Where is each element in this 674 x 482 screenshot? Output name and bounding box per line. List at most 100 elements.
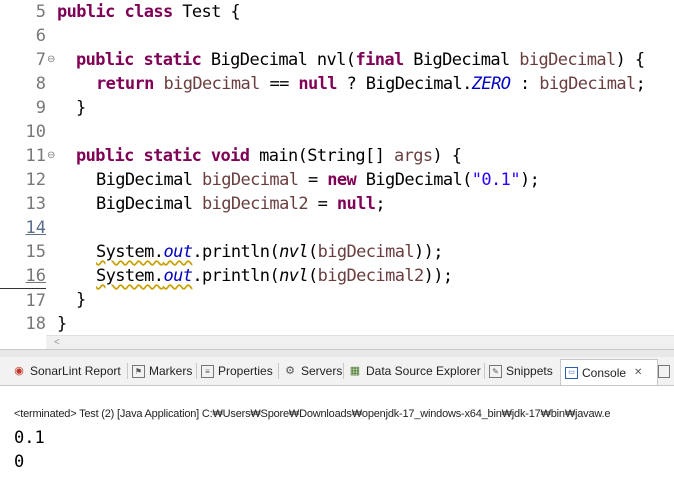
line-number: 10 bbox=[25, 122, 46, 142]
code-line-5: public class Test { bbox=[57, 0, 241, 24]
snippets-icon: ✎ bbox=[489, 364, 502, 378]
tab-data-source-explorer[interactable]: ▦ Data Source Explorer bbox=[344, 359, 485, 383]
code-text: = bbox=[298, 170, 328, 190]
line-number: 6 bbox=[35, 26, 46, 46]
code-text: Test { bbox=[172, 2, 241, 22]
horizontal-scrollbar[interactable]: < bbox=[46, 335, 674, 350]
code-line-11: public static void main(String[] args) { bbox=[76, 144, 463, 168]
tab-label: Console bbox=[582, 365, 627, 380]
code-line-13: BigDecimal bigDecimal2 = null; bbox=[96, 192, 386, 216]
code-editor[interactable]: 5 6 7 8 9 10 11 12 13 14 15 16 17 18 ⊖ ⊖… bbox=[0, 0, 674, 338]
keyword: public static bbox=[76, 50, 202, 70]
keyword: final bbox=[355, 50, 404, 70]
view-menu-icon bbox=[658, 364, 670, 378]
code-line-16: System.out.println(nvl(bigDecimal2)); bbox=[96, 264, 453, 288]
code-text: ( bbox=[307, 242, 318, 262]
line-number: 8 bbox=[35, 74, 46, 94]
code-text: System. bbox=[96, 242, 164, 262]
variable-name: bigDecimal bbox=[539, 74, 636, 94]
parameter-name: bigDecimal bbox=[519, 50, 616, 70]
view-tab-bar: ◉ SonarLint Report ⚑ Markers ≡ Properties ⚙… bbox=[0, 357, 674, 386]
code-text: ; bbox=[635, 74, 646, 94]
tab-label: Servers bbox=[301, 364, 343, 378]
code-text: )); bbox=[423, 266, 454, 286]
console-output[interactable]: <terminated> Test (2) [Java Application]… bbox=[0, 386, 674, 482]
keyword: return bbox=[96, 74, 154, 94]
code-text: ) { bbox=[615, 50, 646, 70]
console-output-line: 0.1 bbox=[14, 428, 45, 448]
code-text: BigDecimal bbox=[403, 50, 520, 70]
keyword: null bbox=[298, 74, 337, 94]
static-field: out bbox=[163, 242, 193, 262]
keyword: null bbox=[336, 194, 376, 214]
tab-label: SonarLint Report bbox=[30, 364, 121, 378]
code-line-7: public static BigDecimal nvl(final BigDe… bbox=[76, 48, 645, 72]
line-number: 12 bbox=[25, 170, 46, 190]
method-name: nvl bbox=[279, 266, 309, 286]
variable-name: bigDecimal2 bbox=[201, 194, 309, 214]
markers-icon: ⚑ bbox=[132, 364, 145, 378]
line-number: 15 bbox=[25, 242, 46, 262]
data-source-icon: ▦ bbox=[349, 365, 361, 377]
code-line-17: } bbox=[76, 290, 86, 310]
code-text: )); bbox=[413, 242, 444, 262]
code-text: BigDecimal( bbox=[356, 170, 473, 190]
tab-sonarlint-report[interactable]: ◉ SonarLint Report bbox=[8, 359, 125, 383]
tab-markers[interactable]: ⚑ Markers bbox=[128, 359, 196, 383]
code-text: BigDecimal nvl( bbox=[201, 50, 356, 70]
code-text: == bbox=[259, 74, 299, 94]
tab-servers[interactable]: ⚙ Servers bbox=[279, 359, 346, 383]
tab-snippets[interactable]: ✎ Snippets bbox=[485, 359, 557, 383]
tab-label: Snippets bbox=[506, 364, 553, 378]
code-text: BigDecimal bbox=[96, 170, 202, 190]
properties-icon: ≡ bbox=[201, 364, 214, 378]
code-text: ( bbox=[307, 266, 318, 286]
code-text: .println( bbox=[192, 242, 280, 262]
scroll-left-icon[interactable]: < bbox=[54, 336, 60, 350]
tab-overflow[interactable] bbox=[658, 359, 674, 383]
variable-name: bigDecimal bbox=[163, 74, 260, 94]
close-icon[interactable]: ✕ bbox=[634, 367, 642, 378]
code-text: ? BigDecimal. bbox=[336, 74, 473, 94]
keyword: public static void bbox=[76, 146, 250, 166]
line-number: 7 bbox=[35, 50, 46, 70]
code-text: .println( bbox=[192, 266, 280, 286]
tab-label: Data Source Explorer bbox=[366, 364, 481, 378]
code-line-18: } bbox=[57, 314, 67, 334]
line-number: 13 bbox=[25, 194, 46, 214]
variable-name: bigDecimal2 bbox=[317, 266, 425, 286]
code-text: ) { bbox=[432, 146, 463, 166]
code-text: = bbox=[307, 194, 337, 214]
tab-label: Markers bbox=[149, 364, 193, 378]
line-number: 11 bbox=[25, 146, 46, 166]
sonarlint-icon: ◉ bbox=[14, 365, 24, 377]
code-text: ); bbox=[519, 170, 540, 190]
tab-label: Properties bbox=[218, 364, 273, 378]
console-icon: ▭ bbox=[565, 366, 578, 379]
tab-properties[interactable]: ≡ Properties bbox=[197, 359, 277, 383]
tab-console[interactable]: ▭ Console ✕ bbox=[560, 359, 658, 385]
line-number: 5 bbox=[35, 2, 46, 22]
code-text: main(String[] bbox=[249, 146, 394, 166]
keyword: new bbox=[327, 170, 357, 190]
code-line-8: return bigDecimal == null ? BigDecimal.Z… bbox=[96, 72, 646, 96]
fold-collapse-icon[interactable]: ⊖ bbox=[47, 144, 55, 168]
line-number-current: 14 bbox=[25, 218, 46, 238]
parameter-name: args bbox=[393, 146, 433, 166]
variable-name: bigDecimal bbox=[201, 170, 299, 190]
fold-collapse-icon[interactable]: ⊖ bbox=[47, 48, 55, 72]
keyword: public class bbox=[57, 2, 173, 22]
static-field: ZERO bbox=[471, 74, 511, 94]
string-literal: "0.1" bbox=[471, 170, 521, 190]
line-number: 17 bbox=[0, 288, 46, 313]
servers-icon: ⚙ bbox=[285, 365, 295, 377]
line-number: 18 bbox=[25, 314, 46, 334]
code-text: : bbox=[510, 74, 540, 94]
code-text: System. bbox=[96, 266, 164, 286]
static-field: out bbox=[163, 266, 193, 286]
line-number: 9 bbox=[35, 98, 46, 118]
console-output-line: 0 bbox=[14, 452, 25, 472]
code-text: BigDecimal bbox=[96, 194, 202, 214]
code-line-9: } bbox=[76, 98, 86, 118]
